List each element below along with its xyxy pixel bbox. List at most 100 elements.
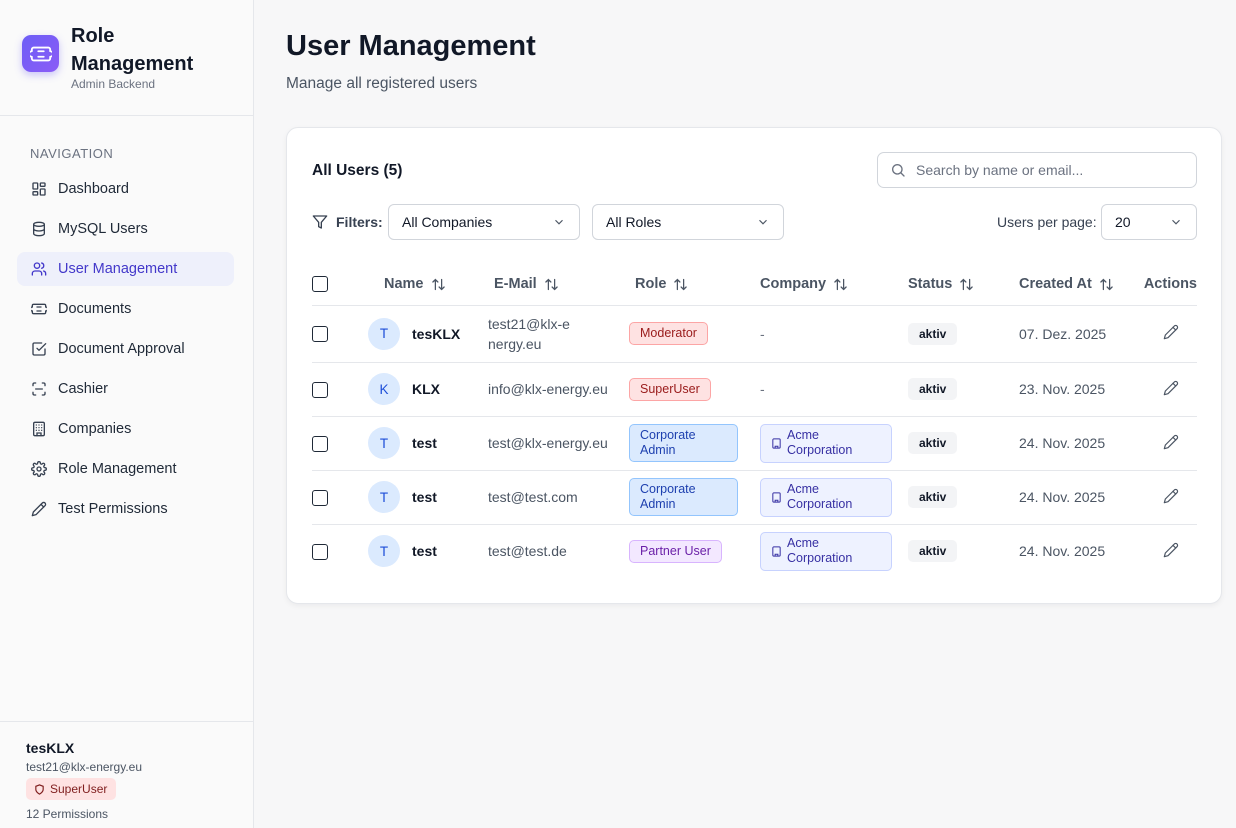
company-name: Acme Corporation: [787, 427, 853, 458]
brand: Role Management Admin Backend: [22, 22, 242, 98]
sidebar: Role Management Admin Backend NAVIGATION…: [0, 0, 254, 828]
sidebar-item-test-permissions[interactable]: Test Permissions: [17, 492, 234, 526]
sidebar-item-mysql-users[interactable]: MySQL Users: [17, 212, 234, 246]
status-badge: aktiv: [908, 432, 958, 454]
sidebar-item-role-management[interactable]: Role Management: [17, 452, 234, 486]
edit-icon[interactable]: [1163, 488, 1179, 504]
role-filter-value: All Roles: [606, 214, 662, 230]
sidebar-item-document-approval[interactable]: Document Approval: [17, 332, 234, 366]
name-cell: Ttest: [354, 416, 478, 471]
edit-icon[interactable]: [1163, 542, 1179, 558]
actions-cell: [1133, 305, 1197, 363]
role-filter-select[interactable]: All Roles: [592, 204, 784, 240]
row-checkbox[interactable]: [312, 543, 328, 560]
column-label: E-Mail: [494, 276, 537, 293]
per-page-label: Users per page:: [997, 214, 1097, 230]
row-checkbox-cell: [312, 524, 354, 578]
column-header-created[interactable]: Created At: [1003, 264, 1133, 306]
row-checkbox-cell: [312, 305, 354, 363]
status-badge: aktiv: [908, 322, 958, 345]
sidebar-item-documents[interactable]: Documents: [17, 292, 234, 326]
actions-cell: [1133, 470, 1197, 525]
email-cell: info@klx-energy.eu: [478, 362, 619, 417]
role-label: SuperUser: [50, 782, 108, 796]
column-header-name[interactable]: Name: [354, 264, 478, 306]
edit-icon[interactable]: [1163, 434, 1179, 450]
status-cell: aktiv: [892, 470, 1003, 525]
users-icon: [30, 261, 47, 278]
actions-cell: [1133, 524, 1197, 578]
company-cell: Acme Corporation: [744, 416, 892, 471]
search-icon: [890, 162, 906, 178]
row-checkbox[interactable]: [312, 326, 328, 343]
avatar: T: [368, 427, 400, 459]
search-box[interactable]: [877, 152, 1197, 188]
per-page-select[interactable]: 20: [1101, 204, 1197, 240]
created-date: 07. Dez. 2025: [1019, 325, 1107, 342]
building-icon: [771, 437, 782, 449]
table-row: K KLX info@klx-energy.eu SuperUser - akti…: [312, 362, 1197, 417]
sidebar-item-cashier[interactable]: Cashier: [17, 372, 234, 406]
user-email: info@klx-energy.eu: [488, 381, 608, 397]
row-checkbox-cell: [312, 362, 354, 417]
row-checkbox[interactable]: [312, 435, 328, 452]
created-cell: 24. Nov. 2025: [1003, 524, 1133, 578]
status-cell: aktiv: [892, 305, 1003, 363]
user-email: test@test.com: [488, 489, 578, 505]
created-cell: 24. Nov. 2025: [1003, 470, 1133, 525]
edit-icon[interactable]: [1163, 380, 1179, 396]
created-date: 23. Nov. 2025: [1019, 381, 1106, 397]
edit-icon[interactable]: [1163, 324, 1179, 340]
nav-heading: NAVIGATION: [30, 146, 114, 161]
column-header-status[interactable]: Status: [892, 264, 1003, 306]
column-header-role[interactable]: Role: [619, 264, 744, 306]
chevron-down-icon: [1169, 215, 1183, 229]
sidebar-item-label: MySQL Users: [58, 221, 148, 237]
user-name: test: [412, 489, 437, 505]
row-checkbox-cell: [312, 416, 354, 471]
created-cell: 24. Nov. 2025: [1003, 416, 1133, 471]
user-name: test: [412, 543, 437, 560]
divider: [0, 721, 253, 722]
database-icon: [30, 221, 47, 238]
pencil-icon: [30, 501, 47, 518]
column-header-email[interactable]: E-Mail: [478, 264, 619, 306]
row-checkbox[interactable]: [312, 381, 328, 398]
sidebar-item-dashboard[interactable]: Dashboard: [17, 172, 234, 206]
filter-icon: [312, 214, 328, 230]
email-cell: test@klx-energy.eu: [478, 416, 619, 471]
status-badge: aktiv: [908, 378, 958, 400]
sort-icon: [431, 277, 446, 292]
user-email: test@klx-energy.eu: [488, 435, 608, 451]
building-icon: [771, 546, 782, 557]
current-user-name: tesKLX: [26, 740, 75, 756]
divider: [0, 115, 253, 116]
status-cell: aktiv: [892, 362, 1003, 417]
role-cell: Moderator: [619, 305, 744, 363]
page-subtitle: Manage all registered users: [286, 75, 478, 92]
sidebar-item-companies[interactable]: Companies: [17, 412, 234, 446]
users-card: All Users (5) Filters: All Companies All…: [286, 127, 1222, 604]
column-label: Role: [635, 276, 667, 293]
created-date: 24. Nov. 2025: [1019, 489, 1106, 505]
created-date: 24. Nov. 2025: [1019, 543, 1106, 560]
role-badge: SuperUser: [629, 377, 711, 401]
company-badge: Acme Corporation: [760, 531, 892, 571]
sidebar-item-user-management[interactable]: User Management: [17, 252, 234, 286]
status-cell: aktiv: [892, 524, 1003, 578]
select-all-checkbox[interactable]: [312, 276, 328, 293]
company-filter-select[interactable]: All Companies: [388, 204, 580, 240]
ticket-icon: [30, 301, 47, 318]
ticket-icon: [22, 35, 59, 72]
column-label: Status: [908, 276, 953, 293]
company-empty: -: [760, 381, 765, 397]
row-checkbox[interactable]: [312, 489, 328, 506]
table-row: Ttest test@klx-energy.eu Corporate Admin…: [312, 416, 1197, 471]
user-name: KLX: [412, 381, 440, 397]
current-user-role-badge: SuperUser: [26, 778, 117, 800]
per-page-value: 20: [1115, 214, 1131, 230]
search-input[interactable]: [916, 162, 1176, 178]
building-icon: [30, 421, 47, 438]
shield-icon: [34, 783, 45, 795]
column-header-company[interactable]: Company: [744, 264, 892, 306]
